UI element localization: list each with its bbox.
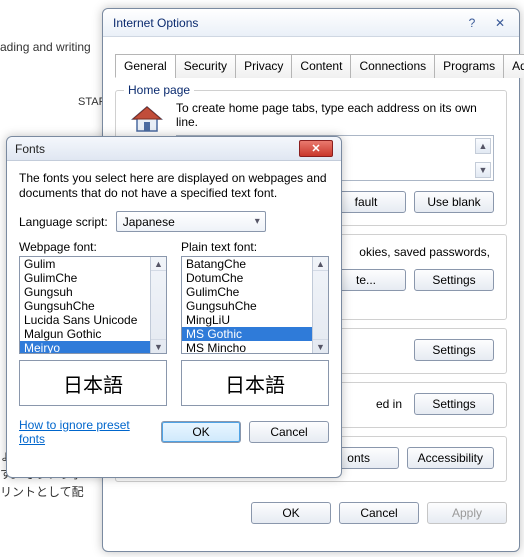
close-button[interactable]: ✕: [491, 16, 509, 30]
plaintext-font-listbox[interactable]: BatangChe DotumChe GulimChe GungsuhChe M…: [181, 256, 329, 354]
tab-privacy[interactable]: Privacy: [235, 54, 292, 78]
close-button[interactable]: ✕: [299, 140, 333, 157]
webpage-font-preview: 日本語: [19, 360, 167, 406]
list-item[interactable]: GulimChe: [182, 285, 312, 299]
cancel-button[interactable]: Cancel: [249, 421, 329, 443]
scroll-down-icon[interactable]: ▼: [313, 339, 328, 353]
ok-button[interactable]: OK: [161, 421, 241, 443]
tab-advanced[interactable]: Advanced: [503, 54, 524, 78]
listbox-scrollbar[interactable]: ▲ ▼: [312, 257, 328, 353]
help-button[interactable]: ?: [463, 16, 481, 30]
ignore-preset-fonts-link[interactable]: How to ignore preset fonts: [19, 418, 153, 446]
list-item[interactable]: MS Gothic: [182, 327, 312, 341]
scroll-down-icon[interactable]: ▼: [151, 339, 166, 353]
webpage-font-listbox[interactable]: Gulim GulimChe Gungsuh GungsuhChe Lucida…: [19, 256, 167, 354]
list-item[interactable]: DotumChe: [182, 271, 312, 285]
settings-button[interactable]: Settings: [414, 393, 494, 415]
bg-text: ading and writing: [0, 40, 91, 54]
tab-connections[interactable]: Connections: [350, 54, 435, 78]
language-script-value: Japanese: [123, 215, 175, 229]
settings-button[interactable]: Settings: [414, 269, 494, 291]
list-item[interactable]: MS Mincho: [182, 341, 312, 354]
homepage-instructions: To create home page tabs, type each addr…: [176, 101, 494, 129]
list-item[interactable]: Gulim: [20, 257, 150, 271]
apply-button[interactable]: Apply: [427, 502, 507, 524]
tabs-text: ed in: [376, 397, 402, 411]
plaintext-font-preview: 日本語: [181, 360, 329, 406]
scroll-up-icon[interactable]: ▲: [475, 138, 491, 154]
tab-programs[interactable]: Programs: [434, 54, 504, 78]
list-item[interactable]: Lucida Sans Unicode: [20, 313, 150, 327]
textarea-scrollbar[interactable]: ▲ ▼: [475, 138, 491, 178]
scroll-up-icon[interactable]: ▲: [313, 257, 328, 271]
tab-general[interactable]: General: [115, 54, 176, 78]
fonts-dialog: Fonts ✕ The fonts you select here are di…: [6, 136, 342, 478]
list-item[interactable]: BatangChe: [182, 257, 312, 271]
window-titlebar: Internet Options ? ✕: [103, 9, 519, 37]
list-item[interactable]: Gungsuh: [20, 285, 150, 299]
scroll-down-icon[interactable]: ▼: [475, 162, 491, 178]
dialog-description: The fonts you select here are displayed …: [19, 171, 329, 201]
cancel-button[interactable]: Cancel: [339, 502, 419, 524]
bg-jp-line: リントとして配: [0, 483, 84, 501]
language-script-select[interactable]: Japanese: [116, 211, 266, 232]
tab-security[interactable]: Security: [175, 54, 236, 78]
list-item[interactable]: GungsuhChe: [20, 299, 150, 313]
ok-button[interactable]: OK: [251, 502, 331, 524]
tab-content[interactable]: Content: [291, 54, 351, 78]
window-title: Fonts: [15, 142, 45, 156]
window-title: Internet Options: [113, 16, 198, 30]
list-item[interactable]: GungsuhChe: [182, 299, 312, 313]
list-item[interactable]: GulimChe: [20, 271, 150, 285]
use-blank-button[interactable]: Use blank: [414, 191, 494, 213]
webpage-font-label: Webpage font:: [19, 240, 167, 254]
window-titlebar: Fonts ✕: [7, 137, 341, 161]
list-item[interactable]: MingLiU: [182, 313, 312, 327]
list-item[interactable]: Meiryo: [20, 341, 150, 354]
home-icon: [128, 101, 166, 139]
list-item[interactable]: Malgun Gothic: [20, 327, 150, 341]
settings-button[interactable]: Settings: [414, 339, 494, 361]
language-script-label: Language script:: [19, 215, 108, 229]
accessibility-button[interactable]: Accessibility: [407, 447, 494, 469]
plaintext-font-label: Plain text font:: [181, 240, 329, 254]
tabstrip: General Security Privacy Content Connect…: [115, 53, 507, 78]
scroll-up-icon[interactable]: ▲: [151, 257, 166, 271]
listbox-scrollbar[interactable]: ▲ ▼: [150, 257, 166, 353]
group-legend: Home page: [124, 83, 194, 97]
